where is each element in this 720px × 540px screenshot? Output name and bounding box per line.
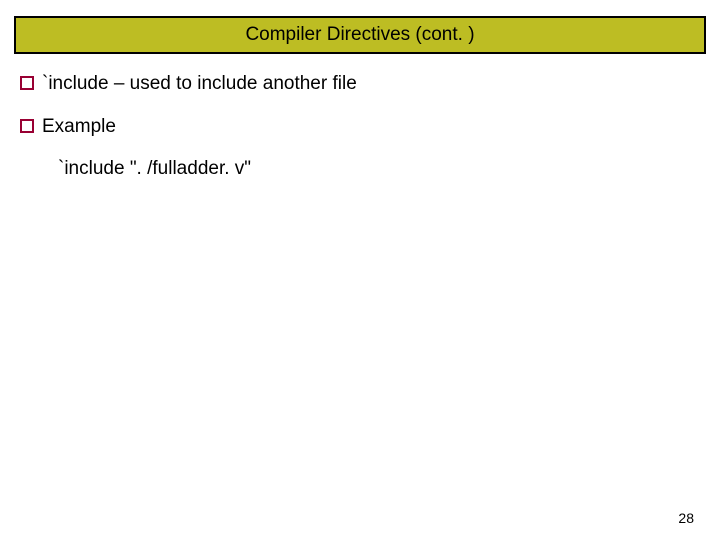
bullet-box-icon: [20, 119, 34, 133]
page-number: 28: [678, 510, 694, 526]
bullet-box-icon: [20, 76, 34, 90]
title-bar: Compiler Directives (cont. ): [14, 16, 706, 54]
bullet-item: `include – used to include another file: [20, 72, 700, 97]
slide-title: Compiler Directives (cont. ): [245, 24, 474, 46]
example-code: `include ". /fulladder. v": [58, 157, 700, 182]
bullet-text: Example: [42, 115, 116, 140]
bullet-item: Example: [20, 115, 700, 140]
content-area: `include – used to include another file …: [20, 72, 700, 182]
bullet-text: `include – used to include another file: [42, 72, 357, 97]
